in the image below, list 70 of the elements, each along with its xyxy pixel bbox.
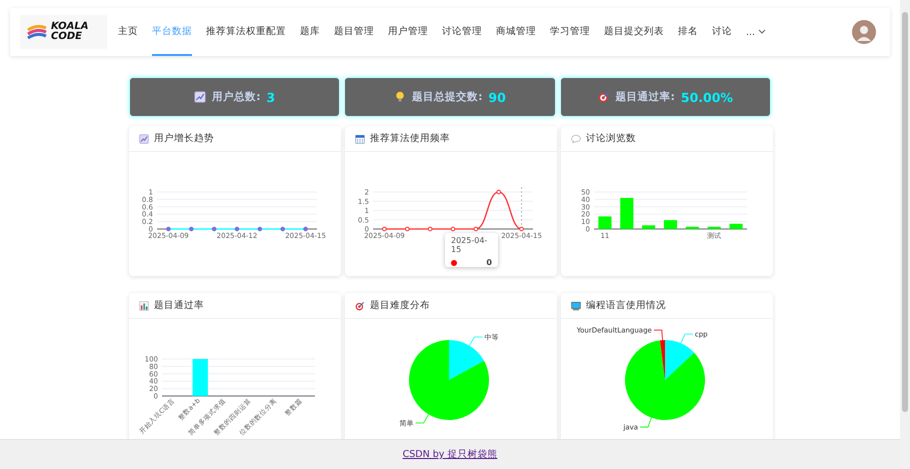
logo[interactable]: KOALA CODE: [20, 15, 107, 49]
nav-tab[interactable]: 主页: [118, 8, 138, 56]
bar: [598, 216, 612, 229]
leader-line: [680, 334, 694, 344]
nav-tab[interactable]: 商城管理: [496, 8, 536, 56]
bar: [620, 198, 634, 229]
bar: [642, 225, 656, 229]
leader-line: [415, 414, 430, 424]
series-dot: [451, 260, 457, 266]
monitor-icon: [571, 300, 581, 310]
data-point: [258, 226, 262, 232]
nav-tab[interactable]: 讨论管理: [442, 8, 482, 56]
bar: [708, 226, 721, 229]
nav-tab[interactable]: 推荐算法权重配置: [206, 8, 286, 56]
stat-value: 3: [266, 90, 276, 104]
nav-tab[interactable]: 题目管理: [334, 8, 374, 56]
scrollbar[interactable]: [900, 0, 910, 469]
bar: [664, 220, 678, 229]
data-point: [450, 226, 456, 232]
nav-tab[interactable]: 题库: [300, 8, 320, 56]
bar: [686, 226, 699, 229]
card-title: 题目通过率: [154, 299, 204, 312]
line-chart-icon: [194, 91, 206, 103]
leader-line: [653, 330, 663, 340]
logo-text: CODE: [51, 32, 83, 42]
light-bulb-icon: [394, 91, 406, 103]
data-point: [188, 226, 194, 232]
card-title: 编程语言使用情况: [586, 299, 666, 312]
chevron-down-icon: [758, 29, 766, 35]
card-title: 用户增长趋势: [154, 132, 214, 145]
stat-label: 题目通过率:: [616, 90, 675, 104]
nav-tab[interactable]: 学习管理: [550, 8, 590, 56]
leader-line: [640, 417, 652, 428]
bar-chart-icon: [139, 300, 149, 310]
stat-label: 题目总提交数:: [412, 90, 482, 104]
card-title: 题目难度分布: [370, 299, 430, 312]
data-point: [234, 226, 240, 232]
nav-tab[interactable]: 题目提交列表: [604, 8, 664, 56]
bar: [730, 224, 743, 229]
avatar[interactable]: [852, 20, 876, 44]
stat-label: 用户总数:: [212, 90, 260, 104]
calendar-icon: [355, 134, 365, 144]
logo-icon: [26, 22, 48, 42]
bar: [192, 359, 208, 396]
card-title: 推荐算法使用频率: [370, 132, 450, 145]
nav-tab[interactable]: 讨论: [712, 8, 732, 56]
target-icon: [355, 300, 365, 310]
data-point: [428, 226, 432, 232]
nav-tab[interactable]: 用户管理: [388, 8, 428, 56]
leader-line: [468, 336, 483, 346]
data-point: [382, 226, 387, 232]
speech-bubble-icon: [571, 134, 581, 144]
tooltip-value: 0: [486, 258, 492, 267]
line-chart-icon: [139, 134, 149, 144]
data-point: [212, 226, 216, 232]
tooltip-title: 2025-04-15: [451, 236, 488, 254]
more-menu[interactable]: ...: [746, 8, 766, 56]
logo-text: KOALA: [51, 22, 88, 32]
target-icon: [598, 91, 610, 103]
stat-value: 90: [488, 90, 506, 104]
data-point: [303, 226, 308, 232]
data-point: [496, 190, 502, 194]
data-point: [166, 226, 171, 232]
data-point: [280, 226, 286, 232]
data-point: [404, 226, 410, 232]
footer-link[interactable]: CSDN by 捉只树袋熊: [402, 448, 498, 461]
stat-value: 50.00%: [680, 90, 733, 104]
card-title: 讨论浏览数: [586, 132, 636, 145]
nav-tab[interactable]: 排名: [678, 8, 698, 56]
data-point: [519, 226, 524, 232]
